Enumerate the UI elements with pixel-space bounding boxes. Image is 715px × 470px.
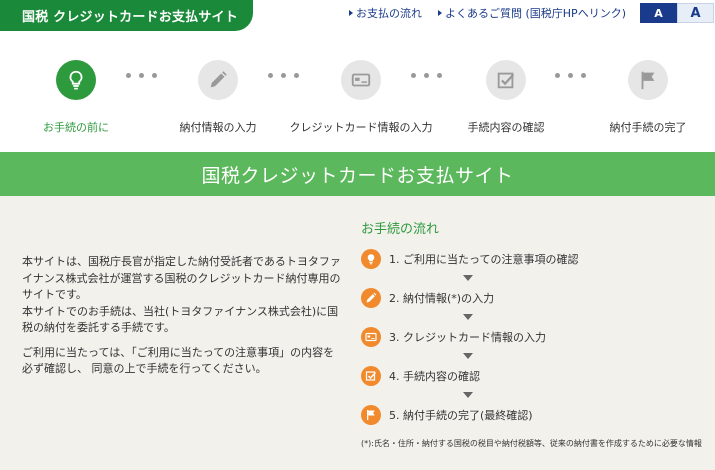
step-dots	[411, 73, 450, 78]
flow-step-4-label: 4. 手続内容の確認	[389, 370, 480, 383]
page-title: 国税クレジットカードお支払サイト	[201, 164, 514, 187]
step-2-pencil-icon	[198, 60, 238, 100]
flow-step-2-label: 2. 納付情報(*)の入力	[389, 292, 495, 305]
flow-step-3: 3. クレジットカード情報の入力	[361, 327, 711, 347]
lightbulb-icon	[361, 249, 381, 269]
step-dots	[268, 73, 307, 78]
down-arrow-icon	[463, 275, 473, 281]
page-banner: 国税クレジットカードお支払サイト	[0, 152, 715, 196]
step-1-lightbulb-icon	[56, 60, 96, 100]
top-nav-links: お支払の流れ よくあるご質問 (国税庁HPへリンク)	[349, 5, 626, 21]
step-5-flag-icon	[628, 60, 668, 100]
flow-step-5: 5. 納付手続の完了(最終確認)	[361, 405, 711, 425]
site-logo-tab[interactable]: 国税 クレジットカードお支払サイト	[0, 0, 253, 31]
step-dots	[555, 73, 594, 78]
intro-paragraph-2: ご利用に当たっては、「ご利用に当たっての注意事項」の内容を必ず確認し、 同意の上…	[22, 345, 335, 376]
payment-flow-link[interactable]: お支払の流れ	[349, 5, 422, 21]
faq-link[interactable]: よくあるご質問 (国税庁HPへリンク)	[438, 5, 626, 21]
down-arrow-icon	[463, 353, 473, 359]
flow-step-3-label: 3. クレジットカード情報の入力	[389, 331, 546, 344]
payment-flow-link-label: お支払の流れ	[356, 7, 422, 20]
step-label-5: 納付手続の完了	[609, 121, 687, 134]
font-size-large-button[interactable]: A	[677, 3, 714, 23]
flow-step-1: 1. ご利用に当たっての注意事項の確認	[361, 249, 711, 269]
pencil-icon	[361, 288, 381, 308]
flow-footnote: (*):氏名・住所・納付する国税の税目や納付税額等、従来の納付書を作成するために…	[361, 439, 702, 448]
main-content: 本サイトは、国税庁長官が指定した納付受託者であるトヨタファイナンス株式会社が運営…	[0, 196, 715, 470]
flow-step-1-label: 1. ご利用に当たっての注意事項の確認	[389, 253, 579, 266]
step-label-1: お手続の前に	[43, 121, 109, 134]
flow-title: お手続の流れ	[361, 222, 440, 237]
flow-step-2: 2. 納付情報(*)の入力	[361, 288, 711, 308]
step-label-3: クレジットカード情報の入力	[289, 121, 433, 134]
step-dots	[126, 73, 165, 78]
faq-link-label: よくあるご質問 (国税庁HPへリンク)	[445, 7, 626, 20]
site-title: 国税 クレジットカードお支払サイト	[22, 10, 238, 25]
step-3-credit-card-icon	[341, 60, 381, 100]
flag-icon	[361, 405, 381, 425]
intro-text: 本サイトは、国税庁長官が指定した納付受託者であるトヨタファイナンス株式会社が運営…	[22, 254, 342, 378]
step-label-2: 納付情報の入力	[179, 121, 257, 134]
checkbox-icon	[361, 366, 381, 386]
procedure-flow: お手続の流れ 1. ご利用に当たっての注意事項の確認 2. 納付情報(*)の入力…	[361, 218, 711, 450]
flow-step-4: 4. 手続内容の確認	[361, 366, 711, 386]
triangle-right-icon	[438, 10, 442, 16]
credit-card-icon	[361, 327, 381, 347]
down-arrow-icon	[463, 314, 473, 320]
triangle-right-icon	[349, 10, 353, 16]
intro-paragraph-1: 本サイトは、国税庁長官が指定した納付受託者であるトヨタファイナンス株式会社が運営…	[22, 255, 341, 334]
flow-step-5-label: 5. 納付手続の完了(最終確認)	[389, 409, 533, 422]
font-size-normal-button[interactable]: A	[640, 3, 677, 23]
step-4-checkbox-icon	[486, 60, 526, 100]
down-arrow-icon	[463, 392, 473, 398]
step-label-4: 手続内容の確認	[467, 121, 545, 134]
